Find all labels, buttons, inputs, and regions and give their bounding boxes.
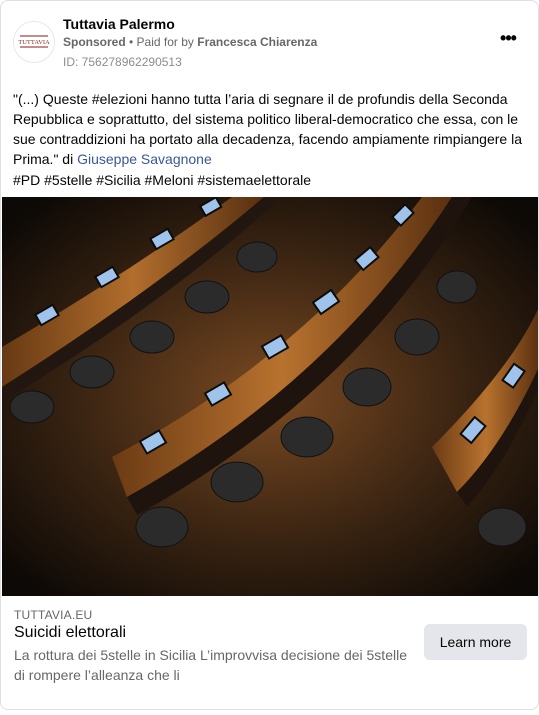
svg-text:TUTTAVIA: TUTTAVIA xyxy=(18,39,50,46)
link-description: La rottura dei 5stelle in Sicilia L’impr… xyxy=(14,647,407,683)
post-image[interactable] xyxy=(2,197,538,596)
ad-id: ID: 756278962290513 xyxy=(63,55,182,69)
parliament-photo xyxy=(2,197,538,596)
ad-card: TUTTAVIA Tuttavia Palermo Sponsored • Pa… xyxy=(0,0,539,710)
page-name[interactable]: Tuttavia Palermo xyxy=(63,16,175,32)
more-options-icon[interactable]: ••• xyxy=(496,29,520,51)
post-hashtags[interactable]: #PD #5stelle #Sicilia #Meloni #sistemael… xyxy=(13,170,529,190)
link-domain: TUTTAVIA.EU xyxy=(14,608,93,622)
page-avatar[interactable]: TUTTAVIA xyxy=(13,21,55,63)
post-text: "(...) Queste #elezioni hanno tutta l’ar… xyxy=(13,89,529,169)
paid-for-prefix: • Paid for by xyxy=(125,35,198,49)
payer-name: Francesca Chiarenza xyxy=(197,35,318,49)
link-preview[interactable]: TUTTAVIA.EU Suicidi elettorali La rottur… xyxy=(1,596,538,709)
sponsored-meta: Sponsored • Paid for by Francesca Chiare… xyxy=(63,35,317,49)
sponsored-label: Sponsored xyxy=(63,35,126,49)
learn-more-button[interactable]: Learn more xyxy=(424,624,527,660)
post-header: TUTTAVIA Tuttavia Palermo Sponsored • Pa… xyxy=(13,13,526,73)
page-logo: TUTTAVIA xyxy=(14,22,54,62)
link-headline[interactable]: Suicidi elettorali xyxy=(14,624,126,642)
author-link[interactable]: Giuseppe Savagnone xyxy=(77,151,212,167)
